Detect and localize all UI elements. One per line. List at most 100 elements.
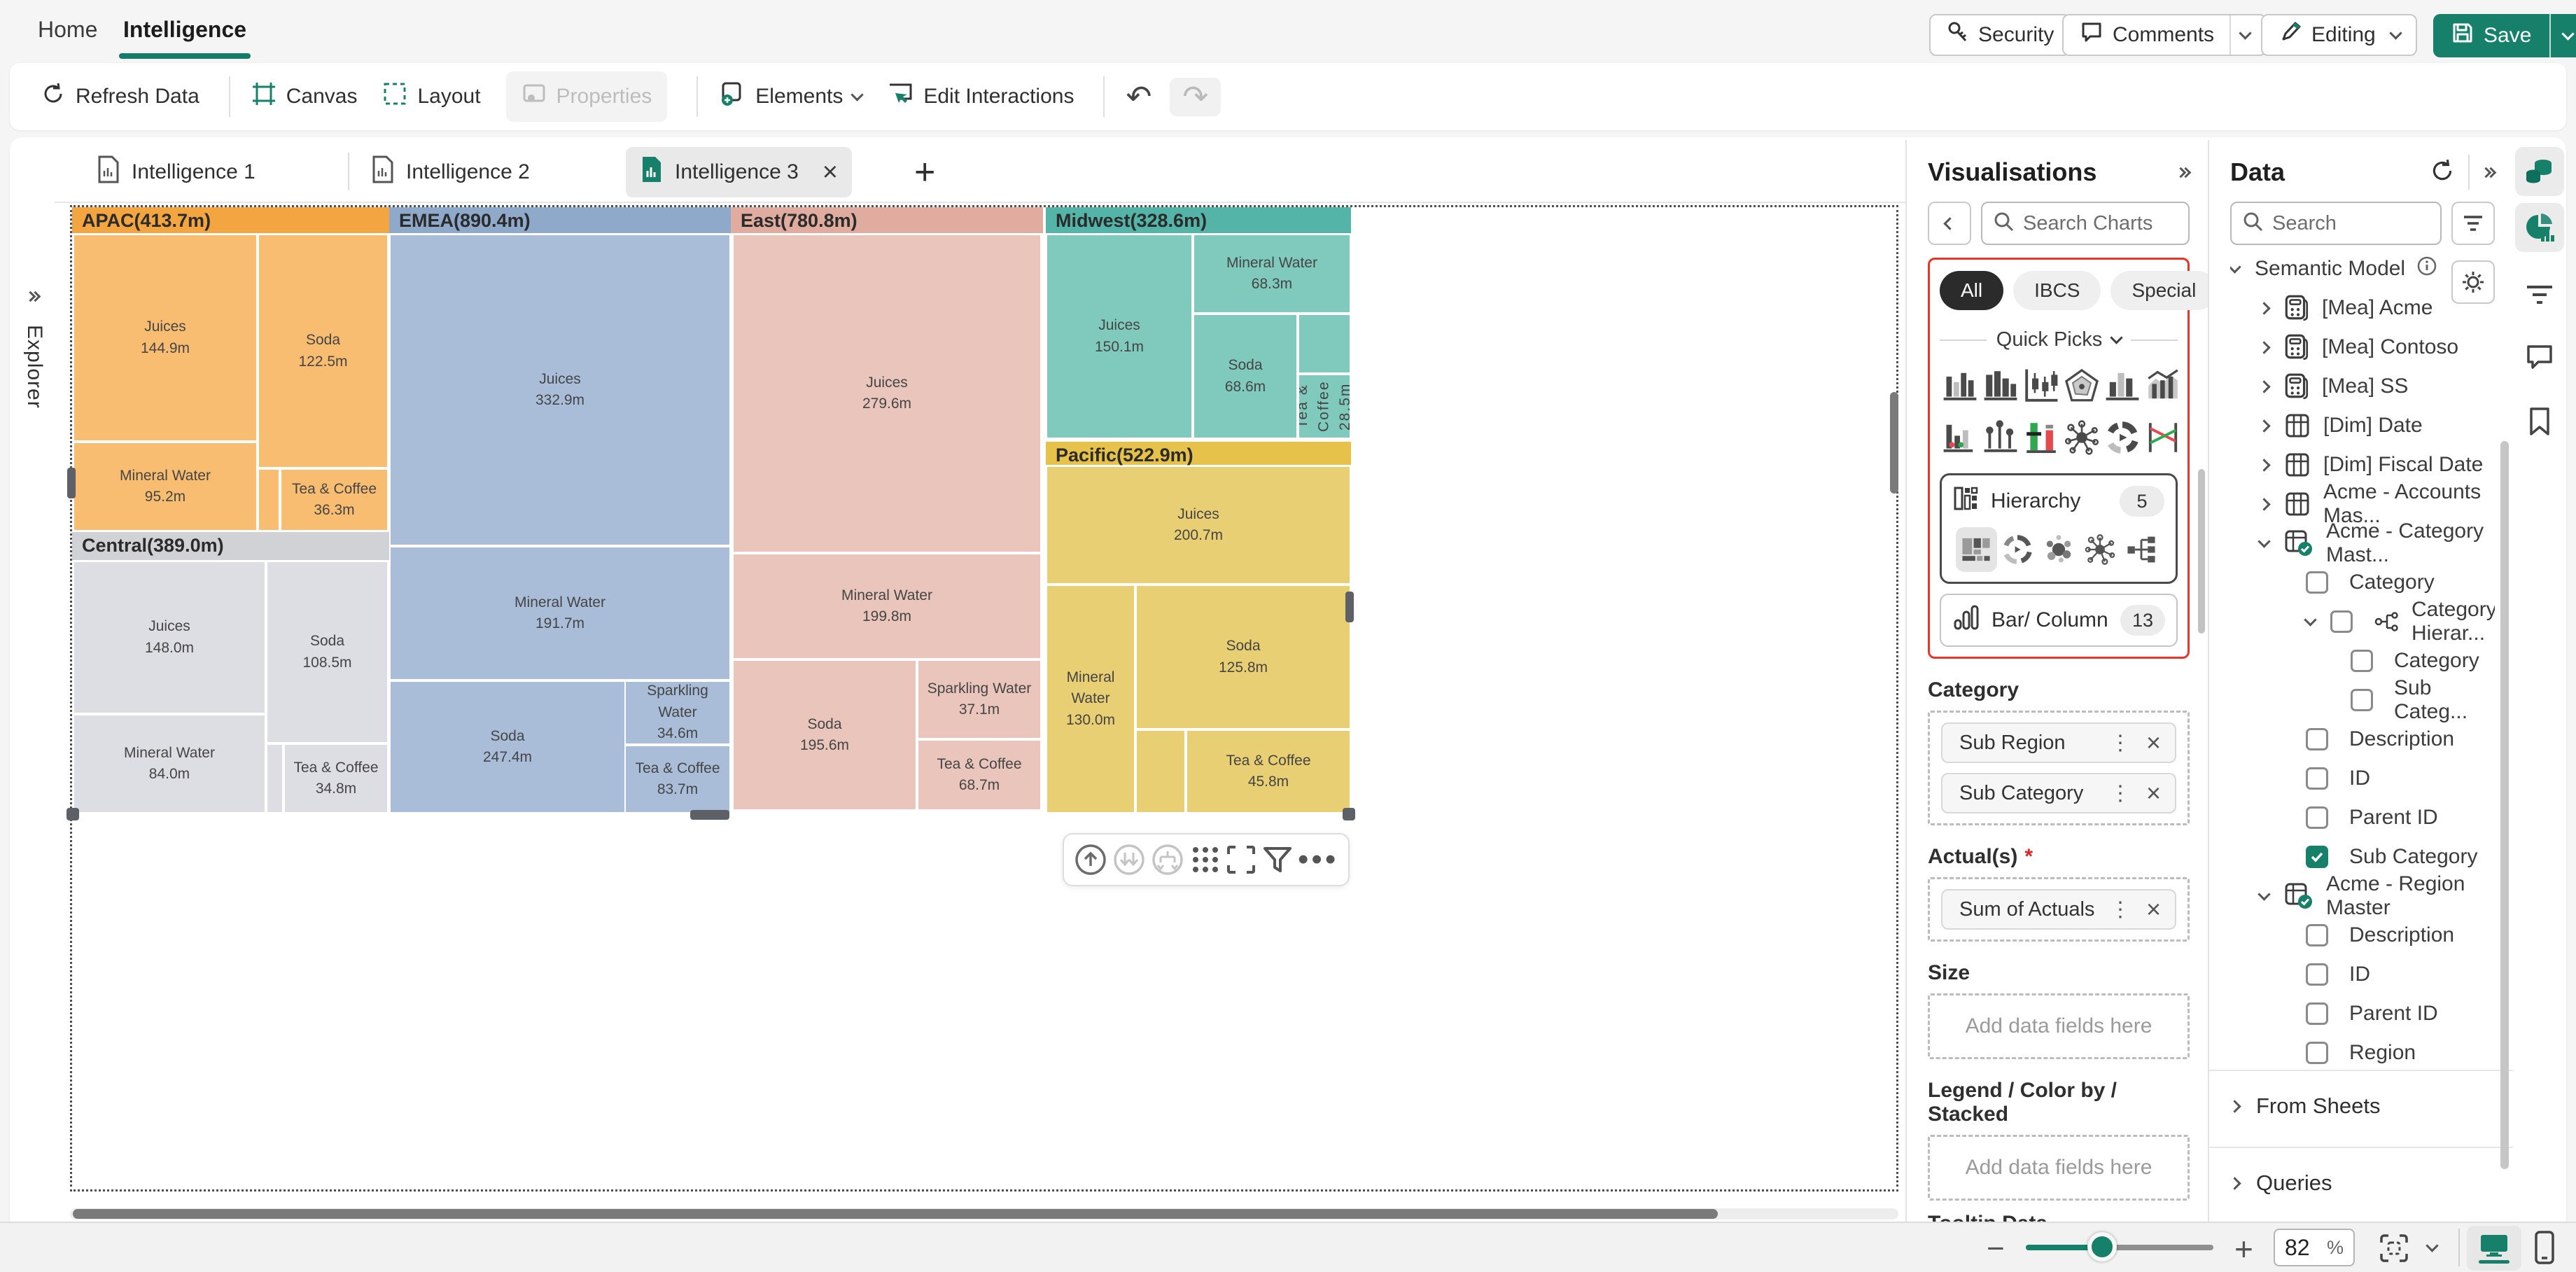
treemap-block-mineral-water[interactable]: Mineral Water 191.7m <box>391 547 729 679</box>
checkbox[interactable] <box>2306 1042 2328 1064</box>
zoom-value-box[interactable]: % <box>2274 1229 2355 1266</box>
treemap[interactable]: APAC(413.7m) Juices 144.9m Soda 122.5m Minera… <box>72 207 1351 813</box>
data-settings-button[interactable] <box>2451 260 2495 304</box>
field-pill-sub-region[interactable]: Sub Region ⋮ × <box>1941 722 2176 763</box>
tree-item-dim-fiscal-date[interactable]: [Dim] Fiscal Date <box>2230 445 2495 484</box>
resize-handle-right[interactable] <box>1345 592 1354 622</box>
nav-tab-intelligence[interactable]: Intelligence <box>119 17 251 59</box>
sunburst-chart-icon[interactable] <box>1997 527 2038 572</box>
treemap-block-sparkling-water[interactable]: Sparkling Water 37.1m <box>918 661 1040 738</box>
zoom-out-button[interactable]: − <box>1987 1231 2005 1266</box>
viz-panel-scroll-thumb[interactable] <box>2198 469 2205 634</box>
chevron-down-icon[interactable] <box>2258 887 2271 901</box>
checkbox[interactable] <box>2330 610 2353 633</box>
chevron-right-icon[interactable] <box>2258 497 2271 511</box>
chart-search[interactable] <box>1981 202 2190 245</box>
fullscreen-icon[interactable] <box>1226 844 1256 875</box>
horizontal-scroll-thumb[interactable] <box>73 1209 1718 1219</box>
treemap-region-header[interactable]: APAC(413.7m) <box>72 207 389 233</box>
refresh-data-button[interactable]: Refresh Data <box>41 81 200 112</box>
info-icon[interactable] <box>2416 256 2437 282</box>
checkbox[interactable] <box>2306 1002 2328 1025</box>
grid-icon[interactable] <box>1190 844 1221 875</box>
lollipop-chart-icon[interactable] <box>1980 417 2021 458</box>
treemap-region-header[interactable]: EMEA(890.4m) <box>389 207 731 233</box>
checkbox[interactable] <box>2306 806 2328 829</box>
treemap-block-juices[interactable]: Juices 332.9m <box>391 235 729 545</box>
comments-button[interactable]: Comments <box>2062 14 2267 56</box>
actuals-well[interactable]: Sum of Actuals ⋮ × <box>1928 877 2190 942</box>
mobile-view-button[interactable] <box>2534 1230 2555 1268</box>
data-search[interactable] <box>2230 202 2442 245</box>
editing-button[interactable]: Editing <box>2261 14 2417 56</box>
tree-item-parent-id[interactable]: Parent ID <box>2230 798 2495 837</box>
properties-button[interactable]: Properties <box>505 71 668 122</box>
remove-field-icon[interactable]: × <box>2139 728 2168 757</box>
field-options-icon[interactable]: ⋮ <box>2101 781 2139 806</box>
security-button[interactable]: Security <box>1929 14 2071 56</box>
data-filter-button[interactable] <box>2451 202 2495 245</box>
drill-up-icon[interactable] <box>1074 843 1107 876</box>
drill-down-icon[interactable] <box>1112 843 1146 876</box>
data-panel-scroll-thumb[interactable] <box>2500 441 2509 1169</box>
checkbox[interactable] <box>2306 963 2328 986</box>
zoom-options-chevron[interactable] <box>2426 1239 2439 1254</box>
treemap-region-header[interactable]: Pacific(522.9m) <box>1046 442 1351 466</box>
edit-interactions-button[interactable]: Edit Interactions <box>887 81 1074 113</box>
treemap-block[interactable] <box>1137 731 1184 812</box>
data-sources-button[interactable] <box>2515 147 2564 196</box>
treemap-block-mineral-water[interactable]: Mineral Water 95.2m <box>74 443 256 530</box>
treemap-block-soda[interactable]: Soda 195.6m <box>734 661 916 809</box>
bar-column-group-card[interactable]: Bar/ Column 13 <box>1940 594 2178 647</box>
grouped-bar-chart-icon[interactable] <box>1940 365 1980 406</box>
treemap-block-mineral-water[interactable]: Mineral Water 68.3m <box>1194 235 1350 312</box>
editing-dropdown-icon[interactable] <box>2389 26 2402 40</box>
elements-button[interactable]: Elements <box>719 81 864 113</box>
hierarchy-group-header[interactable]: Hierarchy 5 <box>1953 485 2164 517</box>
tree-item-category-hierar[interactable]: Category Hierar... <box>2230 598 2495 645</box>
treemap-block-tea-coffee[interactable]: Tea & Coffee 28.5m <box>1299 375 1350 438</box>
tree-item-sub-categ[interactable]: Sub Categ... <box>2230 676 2495 723</box>
chevron-down-icon[interactable] <box>2304 613 2317 627</box>
treemap-block-soda[interactable]: Soda 247.4m <box>391 682 624 812</box>
chevron-right-icon[interactable] <box>2258 301 2271 315</box>
size-well[interactable]: Add data fields here <box>1928 993 2190 1059</box>
treemap-block-juices[interactable]: Juices 150.1m <box>1047 235 1191 438</box>
treemap-region-header[interactable]: East(780.8m) <box>731 207 1043 233</box>
checkbox[interactable] <box>2306 924 2328 946</box>
radar-chart-icon[interactable] <box>2062 365 2102 406</box>
slope-chart-icon[interactable] <box>2143 417 2183 458</box>
zoom-in-button[interactable]: + <box>2234 1230 2253 1268</box>
canvas-tab-intelligence-1[interactable]: Intelligence 1 <box>83 147 270 197</box>
checkbox[interactable] <box>2306 767 2328 790</box>
treemap-block-mineral-water[interactable]: Mineral Water 199.8m <box>734 554 1040 658</box>
refresh-data-icon[interactable] <box>2429 158 2456 188</box>
desktop-view-button[interactable] <box>2467 1226 2521 1271</box>
treemap-chart-icon[interactable] <box>1956 527 1997 572</box>
zoom-slider[interactable] <box>2026 1245 2213 1250</box>
bookmark-rail-icon[interactable] <box>2527 406 2552 440</box>
treemap-block-soda[interactable]: Soda 68.6m <box>1194 315 1296 438</box>
treemap-region-header[interactable]: Midwest(328.6m) <box>1046 207 1351 233</box>
zoom-slider-thumb[interactable] <box>2087 1232 2117 1261</box>
canvas-tab-intelligence-2[interactable]: Intelligence 2 <box>357 147 544 197</box>
resize-handle-bottom-center[interactable] <box>690 810 729 820</box>
tree-item-id[interactable]: ID <box>2230 955 2495 994</box>
tree-item-mea-ss[interactable]: [Mea] SS <box>2230 367 2495 406</box>
boxplot-chart-icon[interactable] <box>2021 365 2062 406</box>
nav-tab-home[interactable]: Home <box>38 17 97 43</box>
network-cluster-chart-icon[interactable] <box>2079 527 2120 572</box>
treemap-block[interactable] <box>267 745 282 812</box>
collapse-panel-icon[interactable] <box>2175 167 2192 178</box>
tree-item-category[interactable]: Category <box>2230 563 2495 602</box>
treemap-block-soda[interactable]: Soda 125.8m <box>1137 586 1350 728</box>
treemap-block-juices[interactable]: Juices 279.6m <box>734 235 1040 552</box>
checkbox[interactable] <box>2351 650 2373 672</box>
chevron-right-icon[interactable] <box>2258 419 2271 433</box>
charts-button[interactable] <box>2515 203 2564 252</box>
tree-item-parent-id[interactable]: Parent ID <box>2230 994 2495 1033</box>
category-well[interactable]: Sub Region ⋮ × Sub Category ⋮ × <box>1928 711 2190 825</box>
section-queries[interactable]: Queries <box>2228 1148 2495 1218</box>
tree-item-sub-category[interactable]: Sub Category <box>2230 837 2495 876</box>
field-options-icon[interactable]: ⋮ <box>2101 897 2139 922</box>
